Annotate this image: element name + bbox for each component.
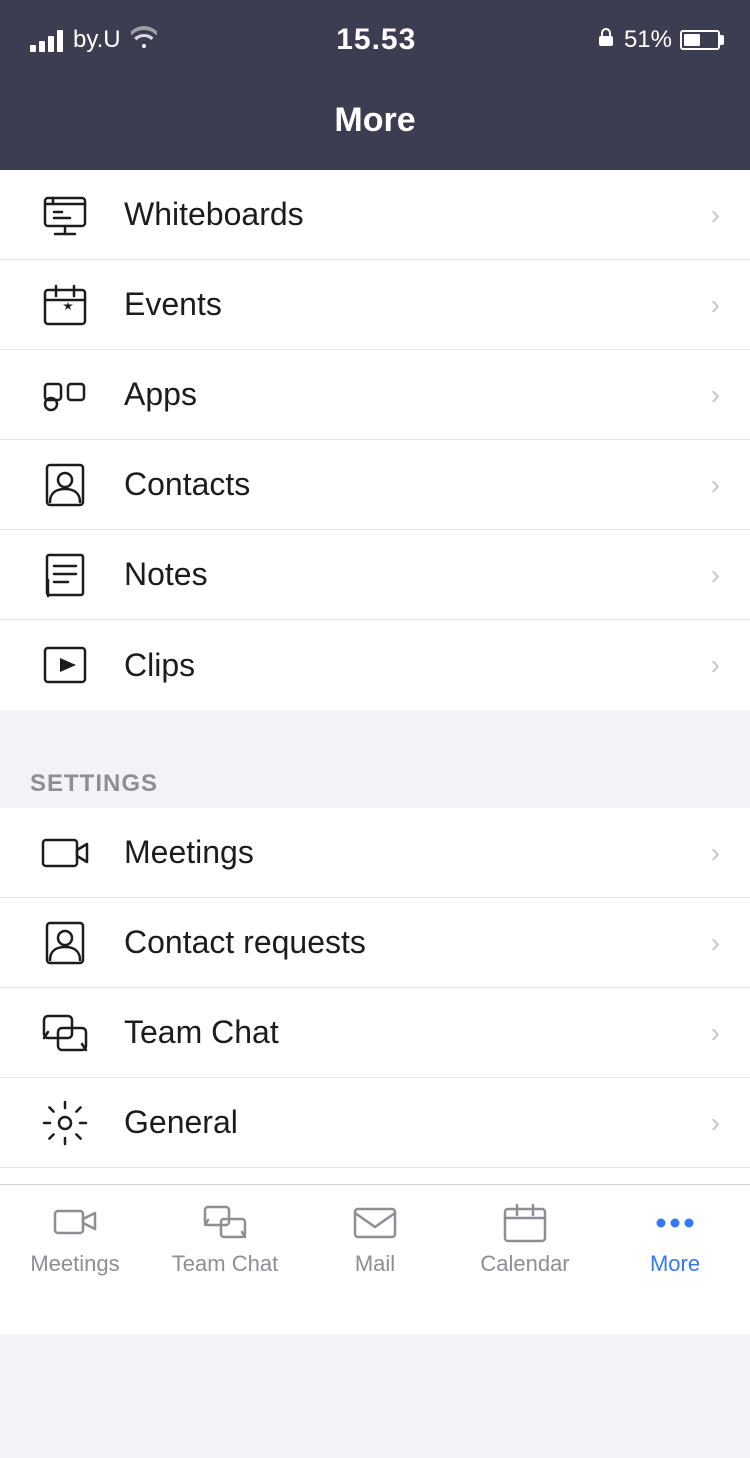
menu-item-notes[interactable]: Notes › (0, 530, 750, 620)
chevron-icon-apps: › (711, 379, 720, 411)
battery-icon (680, 30, 720, 50)
page-title: More (334, 101, 415, 140)
general-icon (30, 1088, 100, 1158)
menu-item-whiteboards[interactable]: Whiteboards › (0, 170, 750, 260)
more-tab-icon (649, 1201, 701, 1245)
menu-item-clips[interactable]: Clips › (0, 620, 750, 710)
chevron-icon-contacts: › (711, 469, 720, 501)
tab-more[interactable]: More (600, 1201, 750, 1277)
menu-label-general: General (124, 1104, 711, 1141)
chevron-icon-team-chat: › (711, 1017, 720, 1049)
contact-requests-icon (30, 908, 100, 978)
menu-label-notes: Notes (124, 556, 711, 593)
menu-label-contacts: Contacts (124, 466, 711, 503)
menu-item-contact-requests[interactable]: Contact requests › (0, 898, 750, 988)
menu-item-contacts[interactable]: Contacts › (0, 440, 750, 530)
chevron-icon-whiteboards: › (711, 199, 720, 231)
signal-bars-icon (30, 28, 63, 52)
clips-icon (30, 630, 100, 700)
contacts-icon (30, 450, 100, 520)
meetings-icon (30, 818, 100, 888)
notes-icon (30, 540, 100, 610)
menu-item-apps[interactable]: Apps › (0, 350, 750, 440)
status-bar: by.U 15.53 51% (0, 0, 750, 80)
tab-label-more: More (650, 1251, 700, 1277)
tab-mail[interactable]: Mail (300, 1201, 450, 1277)
wifi-icon (131, 26, 157, 55)
chevron-icon-contact-requests: › (711, 927, 720, 959)
menu-label-meetings: Meetings (124, 834, 711, 871)
menu-label-events: Events (124, 286, 711, 323)
nav-header: More (0, 80, 750, 170)
menu-item-team-chat[interactable]: Team Chat › (0, 988, 750, 1078)
whiteboard-icon (30, 180, 100, 250)
team-chat-tab-icon (199, 1201, 251, 1245)
apps-icon (30, 360, 100, 430)
tab-label-team-chat: Team Chat (172, 1251, 278, 1277)
events-icon (30, 270, 100, 340)
chevron-icon-meetings: › (711, 837, 720, 869)
menu-item-general[interactable]: General › (0, 1078, 750, 1168)
chevron-icon-clips: › (711, 649, 720, 681)
menu-label-clips: Clips (124, 647, 711, 684)
chevron-icon-notes: › (711, 559, 720, 591)
tab-label-meetings: Meetings (30, 1251, 119, 1277)
mail-tab-icon (349, 1201, 401, 1245)
tab-label-calendar: Calendar (480, 1251, 569, 1277)
lock-icon (596, 26, 616, 54)
calendar-tab-icon (499, 1201, 551, 1245)
team-chat-icon (30, 998, 100, 1068)
settings-section-header: SETTINGS (0, 750, 750, 808)
tab-calendar[interactable]: Calendar (450, 1201, 600, 1277)
menu-label-contact-requests: Contact requests (124, 924, 711, 961)
menu-label-whiteboards: Whiteboards (124, 196, 711, 233)
menu-item-events[interactable]: Events › (0, 260, 750, 350)
menu-label-team-chat: Team Chat (124, 1014, 711, 1051)
tab-meetings[interactable]: Meetings (0, 1201, 150, 1277)
carrier-label: by.U (73, 26, 121, 54)
status-left: by.U (30, 26, 157, 55)
tab-bar: Meetings Team Chat Mail (0, 1184, 750, 1334)
tab-label-mail: Mail (355, 1251, 395, 1277)
menu-item-meetings[interactable]: Meetings › (0, 808, 750, 898)
menu-label-apps: Apps (124, 376, 711, 413)
status-right: 51% (596, 26, 720, 54)
meetings-tab-icon (49, 1201, 101, 1245)
tab-team-chat[interactable]: Team Chat (150, 1201, 300, 1277)
battery-percent: 51% (624, 26, 672, 54)
chevron-icon-events: › (711, 289, 720, 321)
tools-section: Whiteboards › Events › (0, 170, 750, 710)
status-time: 15.53 (336, 23, 416, 57)
chevron-icon-general: › (711, 1107, 720, 1139)
